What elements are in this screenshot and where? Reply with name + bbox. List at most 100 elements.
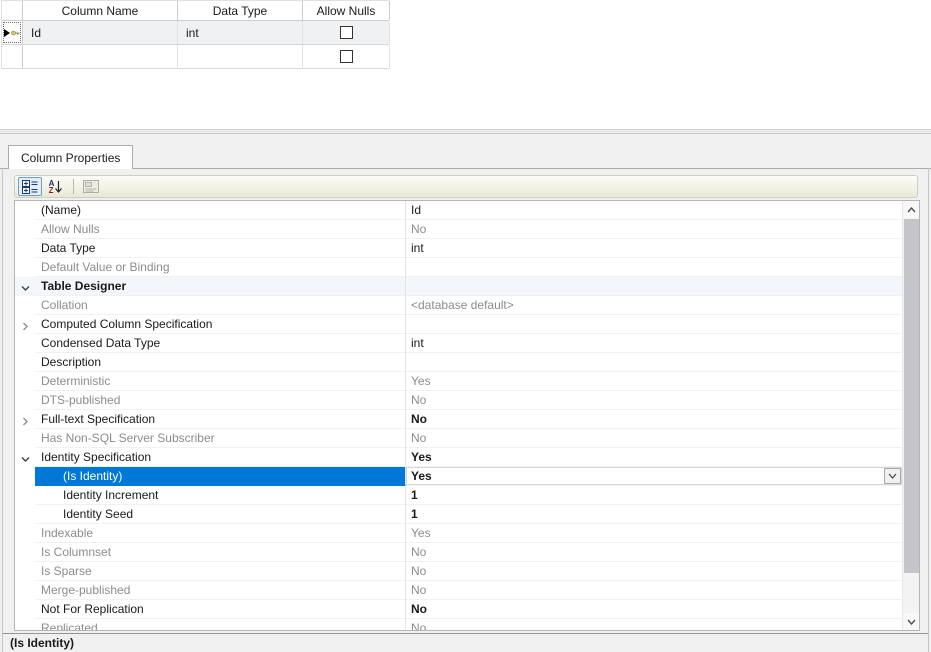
property-name[interactable]: Description xyxy=(35,353,406,372)
row-gutter xyxy=(15,258,35,277)
row-gutter xyxy=(15,448,35,467)
property-name[interactable]: Identity Seed xyxy=(35,505,406,524)
property-value-text: No xyxy=(411,222,426,236)
property-name[interactable]: Merge-published xyxy=(35,581,406,600)
dropdown-button[interactable] xyxy=(884,468,901,484)
row-gutter xyxy=(15,296,35,315)
row-gutter xyxy=(15,543,35,562)
property-value-text: int xyxy=(411,241,424,255)
chevron-up-icon xyxy=(907,207,916,213)
property-value-text: No xyxy=(411,412,427,426)
property-row: IndexableYes xyxy=(15,524,902,543)
row-gutter xyxy=(15,353,35,372)
categorized-button[interactable] xyxy=(18,177,42,196)
property-name[interactable]: Computed Column Specification xyxy=(35,315,406,334)
property-value[interactable]: No xyxy=(406,429,902,448)
property-value[interactable]: <database default> xyxy=(406,296,902,315)
properties-rows: (Name)IdAllow Nulls No Data Type int Default… xyxy=(15,201,902,631)
tab-column-properties[interactable]: Column Properties xyxy=(8,145,133,169)
sort-arrow-icon xyxy=(54,180,63,194)
property-value[interactable]: Yes xyxy=(406,372,902,391)
row-gutter xyxy=(15,505,35,524)
property-value[interactable]: Yes xyxy=(406,524,902,543)
allow-nulls-cell xyxy=(303,45,390,68)
property-name[interactable]: Deterministic xyxy=(35,372,406,391)
property-pages-button[interactable] xyxy=(79,177,103,196)
column-name-cell[interactable] xyxy=(23,45,178,68)
selected-property-title: (Is Identity) xyxy=(10,636,74,650)
column-properties-pane: Column Properties AZ xyxy=(0,134,931,652)
property-name[interactable]: Has Non-SQL Server Subscriber xyxy=(35,429,406,448)
property-name[interactable]: Identity Specification xyxy=(35,448,406,467)
property-value[interactable]: int xyxy=(406,334,902,353)
property-row: Is SparseNo xyxy=(15,562,902,581)
table-designer-grid: Column Name Data Type Allow Nulls Id int xyxy=(1,0,389,69)
row-gutter xyxy=(15,486,35,505)
property-name[interactable]: Full-text Specification xyxy=(35,410,406,429)
row-gutter xyxy=(15,619,35,631)
property-value[interactable]: No xyxy=(406,600,902,619)
chevron-right-icon[interactable] xyxy=(21,415,30,429)
allow-nulls-checkbox[interactable] xyxy=(340,26,353,39)
tab-label: Column Properties xyxy=(21,151,120,165)
row-selector[interactable] xyxy=(2,21,23,44)
property-value[interactable]: No xyxy=(406,391,902,410)
scroll-up-button[interactable] xyxy=(903,201,919,218)
allow-nulls-checkbox[interactable] xyxy=(340,50,353,63)
property-name[interactable]: Data Type xyxy=(35,239,406,258)
property-name[interactable]: Is Sparse xyxy=(35,562,406,581)
scrollbar-thumb[interactable] xyxy=(904,219,919,573)
property-name[interactable]: Table Designer xyxy=(35,277,406,296)
property-value[interactable]: 1 xyxy=(406,505,902,524)
row-gutter xyxy=(15,372,35,391)
alphabetical-sort-button[interactable]: AZ xyxy=(44,177,68,196)
property-value[interactable]: No xyxy=(406,562,902,581)
vertical-scrollbar[interactable] xyxy=(902,201,919,630)
grid-header-row: Column Name Data Type Allow Nulls xyxy=(2,1,389,21)
property-row: (Is Identity)Yes xyxy=(15,467,902,486)
row-gutter xyxy=(15,201,35,220)
property-value[interactable]: Yes xyxy=(406,467,902,486)
property-name[interactable]: Allow Nulls xyxy=(35,220,406,239)
row-gutter xyxy=(15,277,35,296)
property-value-text: 1 xyxy=(411,488,418,502)
row-gutter xyxy=(15,467,35,486)
property-value[interactable]: Id xyxy=(406,201,902,220)
scroll-down-button[interactable] xyxy=(903,613,919,630)
property-name[interactable]: DTS-published xyxy=(35,391,406,410)
property-value[interactable]: int xyxy=(406,239,902,258)
property-name[interactable]: Replicated xyxy=(35,619,406,631)
property-pages-icon xyxy=(83,180,99,193)
property-value[interactable]: No xyxy=(406,543,902,562)
property-name[interactable]: Indexable xyxy=(35,524,406,543)
property-value[interactable] xyxy=(406,258,902,277)
column-name-cell[interactable]: Id xyxy=(23,21,178,44)
property-value[interactable]: No xyxy=(406,619,902,631)
chevron-down-icon[interactable] xyxy=(21,282,30,296)
property-value[interactable]: No xyxy=(406,220,902,239)
data-type-cell[interactable]: int xyxy=(178,21,303,44)
property-value[interactable] xyxy=(406,353,902,372)
property-row: Identity SpecificationYes xyxy=(15,448,902,467)
property-name[interactable]: Collation xyxy=(35,296,406,315)
row-gutter xyxy=(15,429,35,448)
property-name[interactable]: (Is Identity) xyxy=(35,467,406,486)
property-name[interactable]: Condensed Data Type xyxy=(35,334,406,353)
data-type-cell[interactable] xyxy=(178,45,303,68)
property-name[interactable]: (Name) xyxy=(35,201,406,220)
property-name[interactable]: Default Value or Binding xyxy=(35,258,406,277)
chevron-right-icon[interactable] xyxy=(21,320,30,334)
property-value[interactable] xyxy=(406,315,902,334)
property-value[interactable]: No xyxy=(406,581,902,600)
property-name[interactable]: Identity Increment xyxy=(35,486,406,505)
property-value-text: Yes xyxy=(411,374,431,388)
row-selector[interactable] xyxy=(2,45,23,68)
property-name[interactable]: Is Columnset xyxy=(35,543,406,562)
property-value[interactable]: No xyxy=(406,410,902,429)
property-name[interactable]: Not For Replication xyxy=(35,600,406,619)
property-value[interactable]: 1 xyxy=(406,486,902,505)
property-value[interactable] xyxy=(406,277,902,296)
chevron-down-icon[interactable] xyxy=(21,453,30,467)
property-value[interactable]: Yes xyxy=(406,448,902,467)
properties-grid: (Name)IdAllow Nulls No Data Type int Default… xyxy=(14,200,920,631)
